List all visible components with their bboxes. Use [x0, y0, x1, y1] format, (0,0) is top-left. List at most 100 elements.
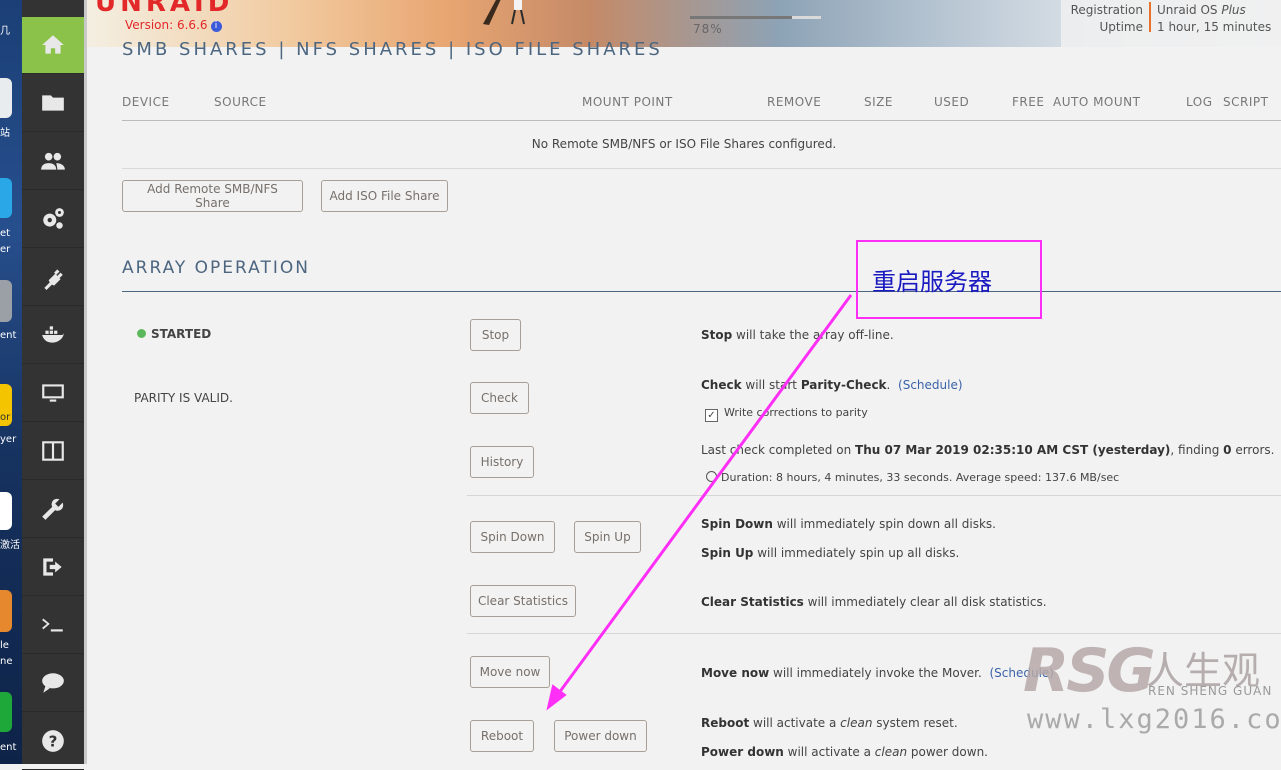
power-down-desc-text: will activate a [783, 745, 875, 759]
brand-logo[interactable]: UNRAID [95, 0, 233, 18]
app-icon[interactable] [0, 280, 12, 322]
parity-check-bold: Parity-Check [800, 378, 887, 392]
last-check-date: Thu 07 Mar 2019 02:35:10 AM CST (yesterd… [855, 443, 1171, 457]
columns-icon [42, 441, 64, 461]
power-down-button[interactable]: Power down [554, 720, 647, 752]
spin-up-button[interactable]: Spin Up [574, 521, 641, 553]
desktop-label: et [0, 228, 11, 239]
svg-text:?: ? [49, 732, 58, 750]
col-used: USED [934, 95, 970, 109]
logout-icon [43, 558, 62, 576]
add-remote-share-button[interactable]: Add Remote SMB/NFS Share [122, 180, 303, 212]
check-button[interactable]: Check [470, 382, 529, 414]
write-corrections-label: Write corrections to parity [724, 406, 868, 419]
info-accent-bar [1149, 2, 1151, 32]
nav-logout[interactable] [22, 539, 84, 596]
duration-info: Duration: 8 hours, 4 minutes, 33 seconds… [706, 471, 1119, 484]
power-down-emphasis: clean [874, 745, 908, 759]
col-device: DEVICE [122, 95, 170, 109]
info-icon[interactable]: i [210, 21, 222, 32]
watermark-url: www.lxg2016.com [1027, 704, 1281, 735]
spin-down-description: Spin Down will immediately spin down all… [701, 517, 996, 531]
registration-label: Registration [1070, 3, 1143, 17]
terminal-icon [42, 618, 63, 632]
recycle-bin-icon[interactable] [0, 78, 12, 118]
home-icon [42, 35, 64, 54]
check-desc-end: . [886, 378, 891, 392]
plug-icon [44, 267, 63, 290]
empty-shares-message: No Remote SMB/NFS or ISO File Shares con… [531, 137, 837, 151]
stop-description: Stop will take the array off-line. [701, 328, 894, 342]
nav-shares[interactable] [22, 75, 84, 132]
nav-vms[interactable] [22, 365, 84, 422]
spin-down-bold: Spin Down [701, 517, 773, 531]
stop-desc-text: will take the array off-line. [732, 328, 894, 342]
spin-up-description: Spin Up will immediately spin up all dis… [701, 546, 959, 560]
spin-up-text: will immediately spin up all disks. [753, 546, 960, 560]
desktop-label: le [0, 640, 9, 651]
nav-plugins[interactable] [22, 249, 84, 306]
watermark-pinyin: REN SHENG GUAN [1148, 684, 1273, 698]
reboot-bold: Reboot [701, 716, 750, 730]
browser-icon[interactable] [0, 178, 12, 218]
gears-icon [43, 208, 64, 229]
table-rule [122, 168, 1281, 169]
chat-icon [42, 673, 64, 693]
table-header-rule [122, 120, 1281, 121]
move-now-text: will immediately invoke the Mover. [769, 666, 982, 680]
help-icon: ? [42, 730, 64, 752]
document-icon[interactable] [0, 492, 12, 530]
check-desc-text: will start [741, 378, 801, 392]
check-schedule-link[interactable]: (Schedule) [898, 378, 963, 392]
move-now-button[interactable]: Move now [470, 656, 550, 688]
desktop-label: ent [0, 330, 17, 341]
registration-value[interactable]: Unraid OS Plus [1157, 3, 1246, 17]
annotation-text: 重启服务器 [872, 268, 992, 296]
chrome-icon[interactable] [0, 590, 12, 632]
nav-docker[interactable] [22, 307, 84, 364]
col-source: SOURCE [214, 95, 267, 109]
uptime-label: Uptime [1099, 20, 1143, 34]
stop-button[interactable]: Stop [470, 319, 521, 351]
watermark-brand: RSG [1023, 636, 1156, 706]
clear-statistics-button[interactable]: Clear Statistics [470, 585, 576, 617]
registration-os: Unraid OS [1157, 3, 1218, 17]
desktop-label: 激活 [0, 540, 20, 551]
desktop-label: ent [0, 742, 17, 753]
wrench-icon [42, 498, 64, 520]
power-down-bold: Power down [701, 745, 784, 759]
green-app-icon[interactable] [0, 692, 12, 732]
nav-terminal[interactable] [22, 597, 84, 654]
monitor-icon [42, 384, 64, 402]
uptime-value: 1 hour, 15 minutes [1157, 20, 1272, 34]
shares-title: SMB SHARES | NFS SHARES | ISO FILE SHARE… [122, 39, 663, 60]
check-description: Check will start Parity-Check. (Schedule… [701, 378, 963, 392]
nav-settings[interactable] [22, 191, 84, 248]
last-check-post: errors. [1231, 443, 1275, 457]
nav-users[interactable] [22, 133, 84, 190]
write-corrections-option[interactable]: ✓ Write corrections to parity [705, 406, 868, 422]
version-text: Version: 6.6.6 [125, 18, 208, 32]
folder-icon [42, 95, 64, 111]
col-mount-point: MOUNT POINT [582, 95, 673, 109]
clock-icon [706, 471, 717, 482]
progress-percent: 78% [693, 22, 723, 36]
nav-apps[interactable] [22, 423, 84, 480]
col-size: SIZE [864, 95, 893, 109]
last-check-errors: 0 [1223, 443, 1232, 457]
side-nav: ? [22, 0, 84, 770]
nav-tools[interactable] [22, 481, 84, 538]
desktop-label: 站 [0, 128, 10, 139]
users-icon [41, 152, 65, 170]
move-now-bold: Move now [701, 666, 770, 680]
nav-help[interactable]: ? [22, 713, 84, 770]
duration-text: Duration: 8 hours, 4 minutes, 33 seconds… [721, 471, 1120, 484]
add-iso-share-button[interactable]: Add ISO File Share [321, 180, 448, 212]
nav-main[interactable] [22, 17, 84, 74]
reboot-button[interactable]: Reboot [470, 720, 534, 752]
separator [467, 495, 1281, 496]
write-corrections-checkbox[interactable]: ✓ [705, 409, 718, 422]
history-button[interactable]: History [470, 446, 534, 478]
spin-down-button[interactable]: Spin Down [470, 521, 555, 553]
nav-feedback[interactable] [22, 655, 84, 712]
